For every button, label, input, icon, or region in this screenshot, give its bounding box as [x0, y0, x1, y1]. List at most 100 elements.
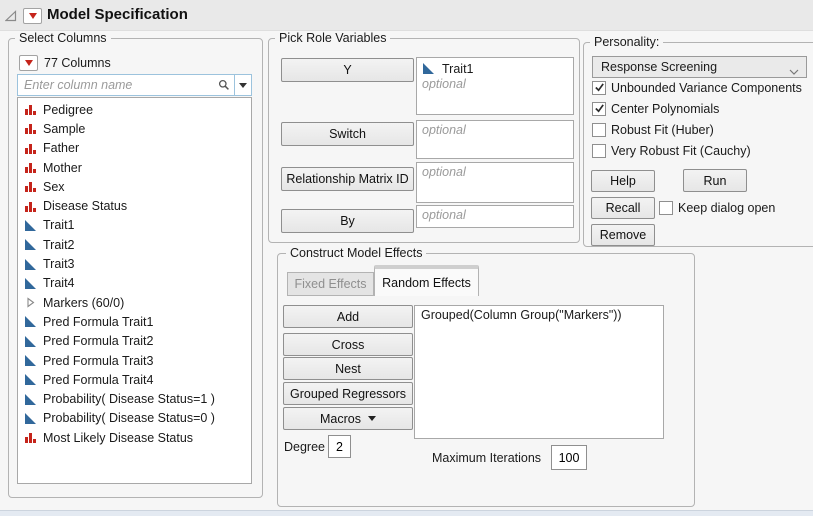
y-role-box[interactable]: Trait1 optional	[416, 57, 574, 115]
by-role-box[interactable]: optional	[416, 205, 574, 228]
continuous-icon	[23, 373, 37, 386]
column-item[interactable]: Pred Formula Trait1	[18, 312, 251, 331]
nominal-icon	[23, 103, 37, 116]
select-columns-panel: Select Columns 77 Columns Pedigree Sampl…	[8, 38, 263, 498]
y-role-button[interactable]: Y	[281, 58, 414, 82]
page-title: Model Specification	[47, 6, 188, 23]
continuous-icon	[23, 354, 37, 367]
outline-menu-icon[interactable]	[23, 8, 42, 24]
nominal-icon	[23, 161, 37, 174]
by-optional-hint: optional	[422, 208, 568, 222]
checkbox-robust-fit-huber[interactable]: Robust Fit (Huber)	[592, 122, 714, 137]
continuous-icon	[422, 62, 436, 75]
outline-disclosure-icon[interactable]	[5, 10, 17, 25]
degree-label: Degree	[284, 440, 325, 454]
y-role-item[interactable]: Trait1	[422, 60, 568, 77]
column-item[interactable]: Pred Formula Trait3	[18, 351, 251, 370]
personality-label: Personality:	[590, 35, 663, 49]
macros-dropdown-icon	[368, 416, 376, 421]
relationship-matrix-id-role-box[interactable]: optional	[416, 162, 574, 203]
pick-role-variables-panel: Pick Role Variables Y Trait1 optional Sw…	[268, 38, 580, 243]
recall-button[interactable]: Recall	[591, 197, 655, 219]
checkbox-unchecked-icon[interactable]	[659, 201, 673, 215]
column-item[interactable]: Father	[18, 139, 251, 158]
filter-dropdown-icon[interactable]	[239, 83, 247, 88]
column-item[interactable]: Pred Formula Trait4	[18, 370, 251, 389]
maximum-iterations-input[interactable]	[551, 445, 587, 470]
columns-count: 77 Columns	[44, 56, 111, 70]
search-icon	[218, 79, 230, 94]
continuous-icon	[23, 258, 37, 271]
tab-random-effects[interactable]: Random Effects	[374, 265, 479, 296]
column-item[interactable]: Probability( Disease Status=0 )	[18, 409, 251, 428]
column-item[interactable]: Mother	[18, 158, 251, 177]
disclosure-right-icon[interactable]	[23, 296, 37, 309]
pick-role-variables-label: Pick Role Variables	[275, 31, 390, 45]
outline-title-bar: Model Specification	[0, 0, 813, 31]
relationship-matrix-id-role-button[interactable]: Relationship Matrix ID	[281, 167, 414, 191]
run-button[interactable]: Run	[683, 169, 747, 192]
y-optional-hint: optional	[422, 77, 568, 91]
column-list: Pedigree Sample Father Mother Sex Diseas…	[17, 97, 252, 484]
continuous-icon	[23, 335, 37, 348]
column-item[interactable]: Sample	[18, 119, 251, 138]
column-item[interactable]: Most Likely Disease Status	[18, 428, 251, 447]
checkbox-unbounded-variance-components[interactable]: Unbounded Variance Components	[592, 80, 802, 95]
filter-divider	[234, 75, 235, 95]
construct-model-effects-label: Construct Model Effects	[286, 246, 426, 260]
chevron-down-icon	[789, 65, 799, 79]
grouped-regressors-button[interactable]: Grouped Regressors	[283, 382, 413, 405]
degree-input[interactable]	[328, 435, 351, 458]
personality-panel: Personality: Response Screening Unbounde…	[583, 42, 813, 247]
column-item[interactable]: Trait3	[18, 254, 251, 273]
columns-count-row: 77 Columns	[19, 55, 111, 70]
add-button[interactable]: Add	[283, 305, 413, 328]
checkbox-very-robust-fit-cauchy[interactable]: Very Robust Fit (Cauchy)	[592, 143, 751, 158]
checkbox-center-polynomials[interactable]: Center Polynomials	[592, 101, 719, 116]
nominal-icon	[23, 142, 37, 155]
column-item[interactable]: Disease Status	[18, 196, 251, 215]
column-item[interactable]: Pred Formula Trait2	[18, 332, 251, 351]
checkbox-keep-dialog-open[interactable]: Keep dialog open	[659, 200, 775, 215]
column-filter	[17, 74, 252, 96]
continuous-icon	[23, 238, 37, 251]
checkbox-unchecked-icon[interactable]	[592, 144, 606, 158]
column-item[interactable]: Trait4	[18, 274, 251, 293]
maximum-iterations-label: Maximum Iterations	[432, 451, 541, 465]
macros-button[interactable]: Macros	[283, 407, 413, 430]
column-item[interactable]: Pedigree	[18, 100, 251, 119]
nominal-icon	[23, 431, 37, 444]
checkbox-unchecked-icon[interactable]	[592, 123, 606, 137]
help-button[interactable]: Help	[591, 170, 655, 192]
model-effect-item[interactable]: Grouped(Column Group("Markers"))	[421, 308, 657, 322]
nominal-icon	[23, 180, 37, 193]
nominal-icon	[23, 122, 37, 135]
relationship-matrix-id-optional-hint: optional	[422, 165, 568, 179]
column-item[interactable]: Trait2	[18, 235, 251, 254]
columns-menu-icon[interactable]	[19, 55, 38, 71]
model-effects-list[interactable]: Grouped(Column Group("Markers"))	[414, 305, 664, 439]
column-item[interactable]: Trait1	[18, 216, 251, 235]
checkbox-checked-icon[interactable]	[592, 81, 606, 95]
switch-optional-hint: optional	[422, 123, 568, 137]
remove-button[interactable]: Remove	[591, 224, 655, 246]
column-filter-input[interactable]	[18, 75, 220, 95]
nest-button[interactable]: Nest	[283, 357, 413, 380]
column-group-markers[interactable]: Markers (60/0)	[18, 293, 251, 312]
checkbox-checked-icon[interactable]	[592, 102, 606, 116]
continuous-icon	[23, 315, 37, 328]
continuous-icon	[23, 412, 37, 425]
window-bottom-edge	[0, 510, 813, 516]
switch-role-box[interactable]: optional	[416, 120, 574, 159]
tab-fixed-effects[interactable]: Fixed Effects	[287, 272, 374, 296]
column-item[interactable]: Probability( Disease Status=1 )	[18, 389, 251, 408]
by-role-button[interactable]: By	[281, 209, 414, 233]
continuous-icon	[23, 219, 37, 232]
column-item[interactable]: Sex	[18, 177, 251, 196]
model-specification-dialog: Model Specification Select Columns 77 Co…	[0, 0, 813, 516]
switch-role-button[interactable]: Switch	[281, 122, 414, 146]
personality-select[interactable]: Response Screening	[592, 56, 807, 78]
select-columns-label: Select Columns	[15, 31, 111, 45]
cross-button[interactable]: Cross	[283, 333, 413, 356]
continuous-icon	[23, 393, 37, 406]
